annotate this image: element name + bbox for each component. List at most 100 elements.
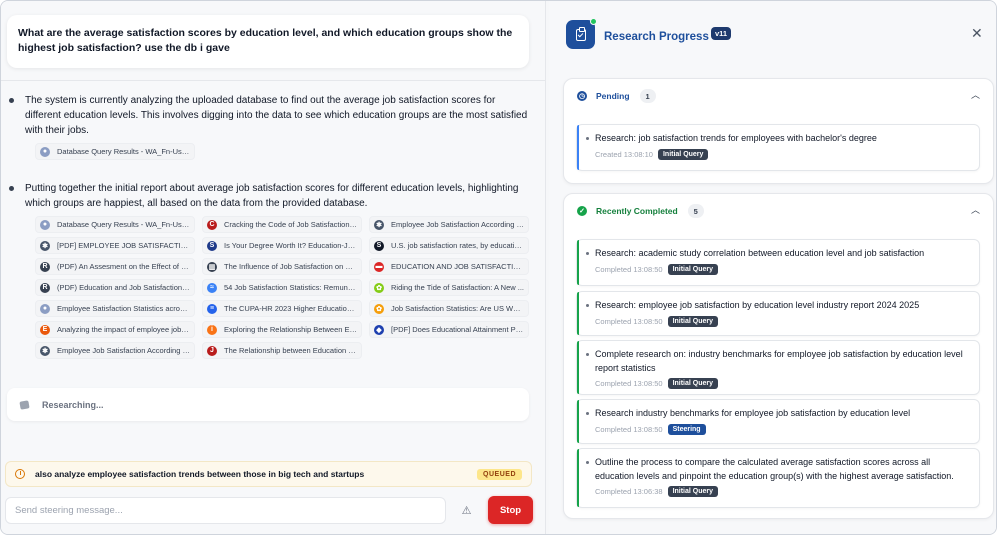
- source-chip[interactable]: ✱ [PDF] EMPLOYEE JOB SATISFACTION A...: [35, 237, 195, 254]
- pinwheel-icon: ✱: [40, 240, 50, 251]
- assistant-step: The system is currently analyzing the up…: [9, 93, 529, 160]
- source-chip[interactable]: ✿ Job Satisfaction Statistics: Are US Wor…: [369, 300, 529, 317]
- bullet-icon: [586, 137, 589, 140]
- s-logo-icon: S: [207, 240, 217, 251]
- source-chip[interactable]: S Is Your Degree Worth It? Education-Job …: [202, 237, 362, 254]
- warning-icon[interactable]: ⚠: [460, 504, 473, 517]
- clock-icon: ◷: [577, 91, 587, 101]
- s-swirl-icon: S: [374, 240, 384, 251]
- source-chip[interactable]: ✱ Employee Job Satisfaction According to.…: [369, 216, 529, 233]
- status-accent-bar: [577, 449, 579, 507]
- source-chip-label: 54 Job Satisfaction Statistics: Remuner.…: [224, 283, 357, 292]
- source-list: ● Database Query Results - WA_Fn-UseC...: [35, 143, 529, 160]
- panel-title: Research Progress: [604, 31, 709, 43]
- source-chip[interactable]: ≡ The CUPA-HR 2023 Higher Education E...: [202, 300, 362, 317]
- chat-panel: What are the average satisfaction scores…: [1, 1, 546, 534]
- info-circle-icon: i: [207, 324, 217, 335]
- task-card[interactable]: Complete research on: industry benchmark…: [576, 340, 980, 395]
- task-timestamp: Completed 13:08:50: [595, 379, 663, 388]
- task-meta: Completed 13:08:50 Steering: [595, 423, 969, 435]
- pending-count: 1: [639, 89, 656, 103]
- completed-count: 5: [687, 204, 704, 218]
- task-timestamp: Completed 13:08:50: [595, 316, 663, 326]
- globe-icon: ●: [40, 303, 50, 314]
- bullet-icon: [586, 461, 589, 464]
- close-icon[interactable]: ✕: [971, 25, 983, 42]
- source-chip[interactable]: J The Relationship between Education an..…: [202, 342, 362, 359]
- building-icon: ▥: [207, 261, 217, 272]
- task-text: Research industry benchmarks for employe…: [595, 408, 911, 418]
- version-badge: v11: [711, 27, 732, 40]
- source-chip[interactable]: ✱ Employee Job Satisfaction According to.…: [35, 342, 195, 359]
- bullet-icon: [586, 252, 589, 255]
- step-text: The system is currently analyzing the up…: [25, 95, 528, 136]
- source-chip[interactable]: R (PDF) An Assesment on the Effect of Ed.…: [35, 258, 195, 275]
- task-tag: Initial Query: [667, 263, 719, 275]
- completed-header[interactable]: ✓ Recently Completed 5: [577, 204, 704, 218]
- source-chip-label: Database Query Results - WA_Fn-UseC...: [57, 220, 190, 229]
- source-chip[interactable]: ◆ [PDF] Does Educational Attainment Pro..…: [369, 321, 529, 338]
- database-icon: ●: [40, 219, 50, 230]
- source-chip[interactable]: E Analyzing the impact of employee job s.…: [35, 321, 195, 338]
- source-chip[interactable]: ● Database Query Results - WA_Fn-UseC...: [35, 216, 195, 233]
- pending-section: ◷ Pending 1 ︿ Research: job satisfaction…: [563, 78, 994, 184]
- rg-logo-icon: R: [40, 282, 50, 293]
- queued-badge: QUEUED: [477, 468, 522, 480]
- bullet-icon: [586, 412, 589, 415]
- bullet-icon: [586, 304, 589, 307]
- source-chip[interactable]: R (PDF) Education and Job Satisfaction - …: [35, 279, 195, 296]
- completed-label: Recently Completed: [596, 206, 678, 216]
- j-logo-icon: J: [207, 345, 217, 356]
- task-text: Complete research on: industry benchmark…: [595, 349, 963, 373]
- task-card[interactable]: Research: job satisfaction trends for em…: [576, 124, 980, 171]
- stop-button[interactable]: Stop: [488, 496, 533, 524]
- status-accent-bar: [577, 292, 579, 335]
- source-chip[interactable]: ≈54 Job Satisfaction Statistics: Remuner…: [202, 279, 362, 296]
- source-chip-label: Is Your Degree Worth It? Education-Job .…: [224, 241, 357, 250]
- task-card[interactable]: Research: employee job satisfaction by e…: [576, 291, 980, 336]
- source-chip[interactable]: i Exploring the Relationship Between Edu.…: [202, 321, 362, 338]
- source-chip[interactable]: ● Database Query Results - WA_Fn-UseC...: [35, 143, 195, 160]
- spinner-icon: [19, 399, 30, 410]
- source-chip-label: The Influence of Job Satisfaction on Em.…: [224, 262, 357, 271]
- task-tag: Initial Query: [657, 148, 709, 160]
- shield-logo-icon: ◆: [374, 324, 384, 335]
- status-accent-bar: [577, 400, 579, 443]
- completed-section: ✓ Recently Completed 5 ︿ Research: acade…: [563, 193, 994, 519]
- pinwheel-icon: ✱: [374, 219, 384, 230]
- steering-input[interactable]: Send steering message...: [5, 497, 446, 524]
- task-card[interactable]: Outline the process to compare the calcu…: [576, 448, 980, 508]
- source-chip[interactable]: S U.S. job satisfaction rates, by educati…: [369, 237, 529, 254]
- assistant-step: Putting together the initial report abou…: [9, 181, 529, 359]
- chevron-up-icon[interactable]: ︿: [971, 88, 980, 101]
- pending-header[interactable]: ◷ Pending 1: [577, 89, 656, 103]
- task-timestamp: Completed 13:08:50: [595, 424, 663, 434]
- task-timestamp: Completed 13:08:50: [595, 264, 663, 274]
- task-text: Research: job satisfaction trends for em…: [595, 133, 877, 143]
- source-chip-label: (PDF) Education and Job Satisfaction - .…: [57, 283, 190, 292]
- status-indicator: Researching...: [7, 388, 529, 421]
- source-chip[interactable]: ▥ The Influence of Job Satisfaction on Em…: [202, 258, 362, 275]
- task-card[interactable]: Research industry benchmarks for employe…: [576, 399, 980, 444]
- flower-icon: ✿: [374, 303, 384, 314]
- journal-icon: ▬: [374, 261, 384, 272]
- app-window: What are the average satisfaction scores…: [0, 0, 997, 535]
- source-chip-label: [PDF] EMPLOYEE JOB SATISFACTION A...: [57, 241, 190, 250]
- cupa-icon: ≡: [207, 303, 217, 314]
- task-meta: Completed 13:08:50 Initial Query: [595, 263, 969, 275]
- source-chip[interactable]: C Cracking the Code of Job Satisfaction: …: [202, 216, 362, 233]
- source-chip[interactable]: ✿ Riding the Tide of Satisfaction: A New …: [369, 279, 529, 296]
- task-text: Outline the process to compare the calcu…: [595, 457, 954, 481]
- divider: [1, 80, 546, 81]
- task-timestamp: Created 13:08:10: [595, 149, 653, 159]
- task-meta: Completed 13:08:50 Initial Query: [595, 315, 969, 327]
- source-chip[interactable]: ● Employee Satisfaction Statistics across…: [35, 300, 195, 317]
- steering-input-placeholder: Send steering message...: [15, 505, 123, 516]
- source-chip[interactable]: ▬ EDUCATION AND JOB SATISFACTION I...: [369, 258, 529, 275]
- online-dot-icon: [590, 18, 597, 25]
- task-meta: Completed 13:06:38 Initial Query: [595, 486, 969, 497]
- task-card[interactable]: Research: academic study correlation bet…: [576, 239, 980, 286]
- chevron-up-icon[interactable]: ︿: [971, 203, 980, 216]
- queued-message: also analyze employee satisfaction trend…: [5, 461, 532, 487]
- bullet-icon: [9, 186, 14, 191]
